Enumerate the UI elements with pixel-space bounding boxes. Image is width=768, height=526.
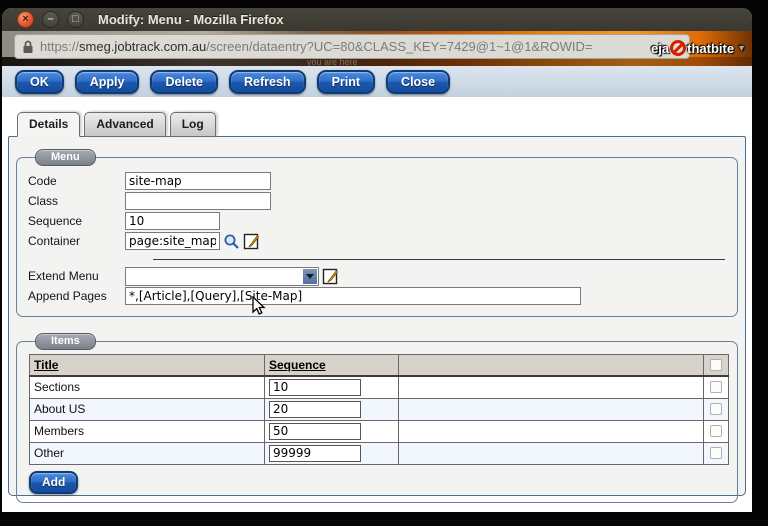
append-pages-input[interactable] [125,287,581,305]
desktop-screenshot: × – □ Modify: Menu - Mozilla Firefox htt… [0,0,768,526]
item-sequence-input[interactable] [269,445,361,462]
items-fieldset: Items Title Sequence Sections [16,341,738,503]
row-checkbox[interactable] [710,425,722,437]
code-row: Code [25,171,729,191]
ok-button[interactable]: OK [15,70,64,94]
url-bar[interactable]: https://smeg.jobtrack.com.au/screen/data… [14,34,690,59]
tab-bar: Details Advanced Log [17,112,752,136]
persona-text-left: eja [651,41,669,56]
url-path: /screen/dataentry?UC=80&CLASS_KEY=7429@1… [206,39,592,54]
extend-menu-select[interactable] [125,267,319,286]
section-divider [153,259,725,260]
table-row: Members [30,420,729,442]
class-input[interactable] [125,192,271,210]
delete-button[interactable]: Delete [150,70,218,94]
item-title: Other [30,442,265,464]
menu-legend: Menu [35,149,96,166]
prohibition-icon [670,40,686,56]
url-text: https://smeg.jobtrack.com.au/screen/data… [40,39,668,54]
select-all-checkbox[interactable] [710,359,722,371]
window-close-icon[interactable]: × [17,11,34,28]
apply-button[interactable]: Apply [75,70,140,94]
item-title: Sections [30,376,265,398]
select-arrow-icon[interactable] [303,269,317,284]
item-title: Members [30,420,265,442]
container-row: Container [25,231,729,251]
window-maximize-icon[interactable]: □ [67,11,84,28]
row-checkbox[interactable] [710,403,722,415]
persona-text-right: thatbite [687,41,734,56]
window-title: Modify: Menu - Mozilla Firefox [98,12,284,27]
titlebar: × – □ Modify: Menu - Mozilla Firefox [2,8,752,31]
sequence-label: Sequence [25,214,125,228]
table-row: Other [30,442,729,464]
navigation-toolbar: https://smeg.jobtrack.com.au/screen/data… [2,31,752,66]
edit-notepad-icon[interactable] [243,233,260,250]
row-checkbox[interactable] [710,381,722,393]
container-input[interactable] [125,232,220,250]
title-column-header[interactable]: Title [34,358,58,372]
details-panel: Menu Code Class Sequence Container [8,136,746,496]
window-minimize-icon[interactable]: – [42,11,59,28]
tab-log[interactable]: Log [170,112,216,137]
action-button-bar: OK Apply Delete Refresh Print Close [2,66,752,97]
close-button[interactable]: Close [386,70,450,94]
append-pages-label: Append Pages [25,289,125,303]
table-row: About US [30,398,729,420]
url-domain: smeg.jobtrack.com.au [79,39,206,54]
menu-fieldset: Menu Code Class Sequence Container [16,157,738,317]
mouse-cursor [251,296,266,317]
item-sequence-input[interactable] [269,401,361,418]
refresh-button[interactable]: Refresh [229,70,306,94]
class-label: Class [25,194,125,208]
tab-advanced[interactable]: Advanced [84,112,165,137]
sequence-column-header[interactable]: Sequence [269,358,326,372]
extend-menu-row: Extend Menu [25,266,729,286]
lock-icon[interactable] [22,40,34,54]
window-controls: × – □ [17,11,84,28]
add-button[interactable]: Add [29,471,78,494]
tab-details[interactable]: Details [17,112,80,137]
container-label: Container [25,234,125,248]
print-button[interactable]: Print [317,70,375,94]
lookup-magnifier-icon[interactable] [223,233,240,250]
url-scheme: https:// [40,39,79,54]
persona-artwork: eja thatbite ▼ [651,40,746,56]
item-sequence-input[interactable] [269,379,361,396]
edit-notepad-icon[interactable] [322,268,339,285]
class-row: Class [25,191,729,211]
persona-caption: you are here [307,57,358,67]
extend-menu-label: Extend Menu [25,269,125,283]
items-header-row: Title Sequence [30,355,729,377]
sequence-input[interactable] [125,212,220,230]
code-label: Code [25,174,125,188]
firefox-window: × – □ Modify: Menu - Mozilla Firefox htt… [2,8,752,512]
code-input[interactable] [125,172,271,190]
row-checkbox[interactable] [710,447,722,459]
items-table: Title Sequence Sections About U [29,354,729,465]
page-body: Details Advanced Log Menu Code Class [2,97,752,512]
item-title: About US [30,398,265,420]
chevron-down-icon[interactable]: ▼ [737,43,746,53]
table-row: Sections [30,376,729,398]
items-legend: Items [35,333,96,350]
sequence-row: Sequence [25,211,729,231]
append-pages-row: Append Pages [25,286,729,306]
item-sequence-input[interactable] [269,423,361,440]
